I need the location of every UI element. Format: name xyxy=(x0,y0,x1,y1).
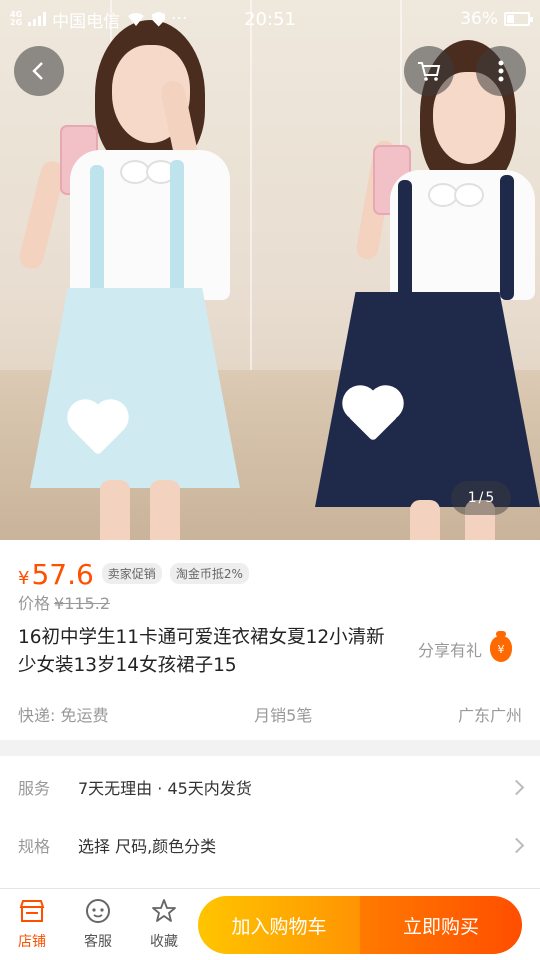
network-bottom: 2G xyxy=(10,18,23,27)
more-button[interactable] xyxy=(476,46,526,96)
favorite-button[interactable]: 收藏 xyxy=(134,897,194,951)
service-row[interactable]: 服务 7天无理由 · 45天内发货 xyxy=(0,758,540,816)
coin-tag: 淘金币抵2% xyxy=(169,563,249,584)
carrier-name: 中国电信 xyxy=(52,11,121,32)
signal-icon xyxy=(28,12,47,26)
status-left: 4G 2G 中国电信 ··· xyxy=(10,7,187,32)
cart-button[interactable] xyxy=(404,46,454,96)
chevron-right-icon xyxy=(508,779,525,795)
light-blue-skirt xyxy=(30,288,240,488)
price-row: ¥ 57.6 卖家促销 淘金币抵2% xyxy=(18,558,249,591)
ship-location: 广东广州 xyxy=(457,706,522,725)
battery-icon xyxy=(504,12,533,26)
network-type: 4G 2G xyxy=(10,11,22,27)
add-to-cart-button[interactable]: 加入购物车 xyxy=(198,896,360,954)
status-dots: ··· xyxy=(171,9,188,29)
status-bar: 4G 2G 中国电信 ··· 20:51 36% xyxy=(0,0,540,38)
meta-row: 快递: 免运费 月销5笔 广东广州 xyxy=(18,702,522,726)
model-leg xyxy=(100,480,130,540)
price-symbol: ¥ xyxy=(18,568,30,589)
promo-tag: 卖家促销 xyxy=(101,563,162,584)
shop-icon xyxy=(18,897,46,925)
pager-separator: / xyxy=(478,490,484,506)
original-price-row: 价格 ¥115.2 xyxy=(18,590,110,614)
product-title: 16初中学生11卡通可爱连衣裙女夏12小清新少女装13岁14女孩裙子15 xyxy=(18,627,385,676)
dress-strap xyxy=(170,160,184,300)
gallery-pager: 1 / 5 xyxy=(451,481,511,515)
bottom-action-bar: 店铺 客服 收藏 加入购物车 立即购买 xyxy=(0,888,540,960)
favorite-label: 收藏 xyxy=(150,934,178,950)
service-value: 7天无理由 · 45天内发货 xyxy=(78,779,252,798)
shop-label: 店铺 xyxy=(18,934,46,950)
spec-label: 规格 xyxy=(18,837,51,856)
back-button[interactable] xyxy=(14,46,64,96)
chevron-left-icon xyxy=(32,62,43,80)
cart-icon xyxy=(418,62,441,81)
money-bag-icon: ¥ xyxy=(490,631,513,662)
dress-strap xyxy=(90,165,104,305)
model-leg xyxy=(150,480,180,540)
battery-percent: 36% xyxy=(460,9,498,29)
share-button[interactable]: 分享有礼 ¥ xyxy=(418,631,513,662)
pager-current: 1 xyxy=(467,490,477,506)
product-info-card: ¥ 57.6 卖家促销 淘金币抵2% 价格 ¥115.2 16初中学生11卡通可爱… xyxy=(0,540,540,740)
shop-button[interactable]: 店铺 xyxy=(2,897,62,951)
star-icon xyxy=(150,897,178,925)
pager-total: 5 xyxy=(485,490,495,506)
spec-value: 选择 尺码,颜色分类 xyxy=(78,837,217,856)
monthly-sales: 月销5笔 xyxy=(254,706,313,725)
model-leg xyxy=(410,500,440,540)
customer-service-label: 客服 xyxy=(84,934,112,950)
dress-strap xyxy=(500,175,514,300)
collar-bow xyxy=(428,183,484,207)
customer-service-button[interactable]: 客服 xyxy=(68,897,128,951)
chevron-right-icon xyxy=(508,837,525,853)
dress-strap xyxy=(398,180,412,300)
original-price-label: 价格 xyxy=(18,594,51,613)
shield-icon xyxy=(152,11,166,27)
status-right: 36% xyxy=(460,9,533,29)
chat-face-icon xyxy=(84,897,112,925)
detail-rows: 服务 7天无理由 · 45天内发货 规格 选择 尺码,颜色分类 xyxy=(0,756,540,888)
spec-row[interactable]: 规格 选择 尺码,颜色分类 xyxy=(0,816,540,874)
current-price: 57.6 xyxy=(31,558,94,591)
wifi-icon xyxy=(128,12,145,26)
service-label: 服务 xyxy=(18,779,51,798)
original-price: ¥115.2 xyxy=(54,594,110,613)
product-image-gallery[interactable] xyxy=(0,0,540,540)
collar-bow xyxy=(120,160,176,184)
buy-now-button[interactable]: 立即购买 xyxy=(360,896,522,954)
more-vertical-icon xyxy=(498,60,504,82)
share-label: 分享有礼 xyxy=(418,641,483,660)
shipping-info: 快递: 免运费 xyxy=(18,706,109,725)
